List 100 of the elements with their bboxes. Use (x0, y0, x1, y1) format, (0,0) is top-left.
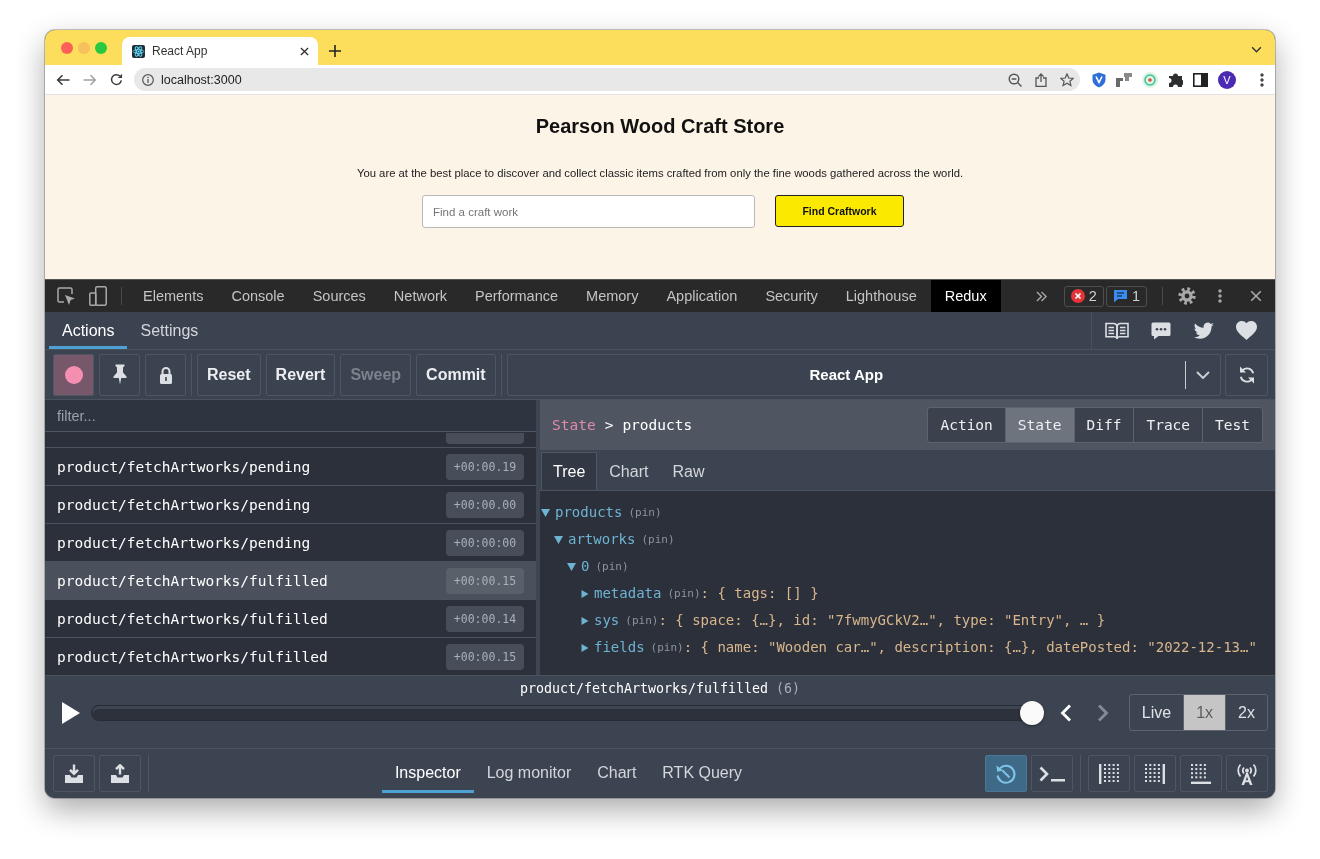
slider-thumb[interactable] (1019, 700, 1044, 725)
speed-button[interactable]: Live (1128, 694, 1185, 731)
more-icon[interactable] (1260, 72, 1264, 87)
caret-down-icon[interactable] (554, 535, 563, 544)
address-bar[interactable]: localhost:3000 (134, 68, 1080, 91)
error-count-button[interactable]: 2 (1063, 285, 1104, 307)
tree-key[interactable]: 0 (581, 553, 590, 580)
pin-link[interactable]: (pin) (625, 607, 659, 634)
bird-icon[interactable] (1193, 321, 1214, 340)
monitor-tab[interactable]: Chart (584, 749, 650, 793)
view-tab[interactable]: Action (927, 407, 1006, 443)
view-tab[interactable]: State (1004, 407, 1075, 443)
time-badge: +00:00.00 (446, 491, 524, 518)
devtools-tab[interactable]: Memory (572, 280, 653, 312)
back-arrow-icon[interactable] (56, 73, 70, 86)
zoom-out-icon[interactable] (1008, 72, 1022, 87)
tree-key[interactable]: artworks (568, 526, 636, 553)
export-button[interactable] (99, 755, 141, 792)
subtab[interactable]: Tree (541, 452, 598, 490)
devtools-tab[interactable]: Lighthouse (831, 280, 931, 312)
filter-field[interactable]: filter... (45, 400, 536, 432)
atom-icon (132, 44, 145, 58)
instance-select[interactable]: React App (506, 353, 1221, 396)
search-field[interactable]: Find a craft work (422, 195, 755, 228)
devtools-tab[interactable]: Network (379, 280, 462, 312)
devtools-tab[interactable]: Sources (298, 280, 380, 312)
monitor-tab[interactable]: Inspector (381, 749, 474, 793)
lock-button[interactable] (145, 353, 186, 396)
close-icon[interactable] (1250, 290, 1262, 302)
devtools-tab[interactable]: Console (217, 280, 299, 312)
profile-button[interactable]: V (1218, 70, 1236, 89)
pin-link[interactable]: (pin) (595, 553, 629, 580)
settings-icon[interactable] (1178, 287, 1196, 305)
caret-right-icon[interactable] (581, 643, 589, 652)
speed-button[interactable]: 1x (1183, 694, 1227, 731)
sync-button[interactable] (1225, 353, 1268, 396)
dock-right-button[interactable] (1134, 755, 1176, 792)
devtools-tab[interactable]: Elements (129, 280, 218, 312)
device-toolbar-icon[interactable] (89, 286, 107, 306)
caret-down-icon[interactable] (567, 562, 576, 571)
caret-right-icon[interactable] (581, 589, 589, 598)
subtab[interactable]: Raw (660, 452, 717, 490)
tree-key[interactable]: products (555, 499, 623, 526)
record-button[interactable] (53, 353, 94, 396)
action-row[interactable]: product/fetchArtworks/fulfilled +00:00.15 (45, 562, 536, 600)
side-panel-icon[interactable] (1193, 72, 1208, 87)
monitor-tab[interactable]: RTK Query (649, 749, 756, 793)
caret-right-icon[interactable] (581, 616, 589, 625)
timeline-slider[interactable] (91, 700, 1044, 725)
chevron-down-icon[interactable] (1251, 46, 1262, 53)
view-tab[interactable]: Trace (1133, 407, 1204, 443)
subtab[interactable]: Chart (597, 452, 661, 490)
blocks-icon[interactable] (1116, 72, 1132, 87)
terminal-button[interactable] (1031, 755, 1073, 792)
share-icon[interactable] (1035, 72, 1047, 87)
pin-link[interactable]: (pin) (628, 499, 662, 526)
import-button[interactable] (53, 755, 95, 792)
reload-icon[interactable] (110, 73, 123, 86)
dispatcher-button[interactable] (985, 755, 1027, 792)
caret-down-icon[interactable] (541, 508, 550, 517)
plus-icon[interactable] (329, 45, 341, 57)
devtools-tab[interactable]: Redux (930, 280, 1001, 312)
close-icon[interactable] (300, 46, 309, 56)
pin-link[interactable]: (pin) (641, 526, 675, 553)
chat-icon[interactable] (1151, 321, 1171, 340)
devtools-tab[interactable]: Security (751, 280, 832, 312)
puzzle-icon[interactable] (1168, 72, 1183, 87)
pin-link[interactable]: (pin) (667, 580, 701, 607)
tree-key[interactable]: fields (594, 634, 645, 661)
dock-left-button[interactable] (1088, 755, 1130, 792)
chevron-left-icon[interactable] (1059, 703, 1072, 722)
pin-link[interactable]: (pin) (650, 634, 684, 661)
tree-key[interactable]: metadata (594, 580, 662, 607)
dock-bottom-button[interactable] (1180, 755, 1222, 792)
view-tab[interactable]: Diff (1073, 407, 1135, 443)
devtools-tab[interactable]: Performance (461, 280, 573, 312)
more-icon[interactable] (1218, 289, 1222, 303)
more-tabs-icon[interactable] (1035, 290, 1047, 302)
toolbar-button[interactable]: Commit (416, 353, 496, 396)
toolbar-button[interactable]: Revert (265, 353, 336, 396)
info-icon[interactable] (142, 73, 154, 86)
play-icon[interactable] (62, 701, 80, 724)
browser-tab[interactable]: React App (122, 37, 318, 65)
heart-icon[interactable] (1236, 321, 1257, 340)
message-count-button[interactable]: 1 (1105, 285, 1147, 307)
view-tab[interactable]: Test (1202, 407, 1263, 443)
inspect-element-icon[interactable] (57, 287, 75, 305)
shield-icon[interactable] (1092, 71, 1106, 88)
remote-button[interactable] (1226, 755, 1268, 792)
monitor-tab[interactable]: Log monitor (473, 749, 585, 793)
toolbar-button[interactable]: Reset (197, 353, 261, 396)
devtools-tab[interactable]: Application (652, 280, 752, 312)
speed-button[interactable]: 2x (1225, 694, 1268, 731)
search-button[interactable]: Find Craftwork (775, 195, 904, 227)
panel-tab[interactable]: Settings (127, 312, 212, 349)
book-icon[interactable] (1105, 321, 1129, 340)
star-icon[interactable] (1060, 72, 1074, 87)
pin-button[interactable] (99, 353, 140, 396)
tree-key[interactable]: sys (594, 607, 620, 634)
target-icon[interactable] (1142, 71, 1158, 88)
